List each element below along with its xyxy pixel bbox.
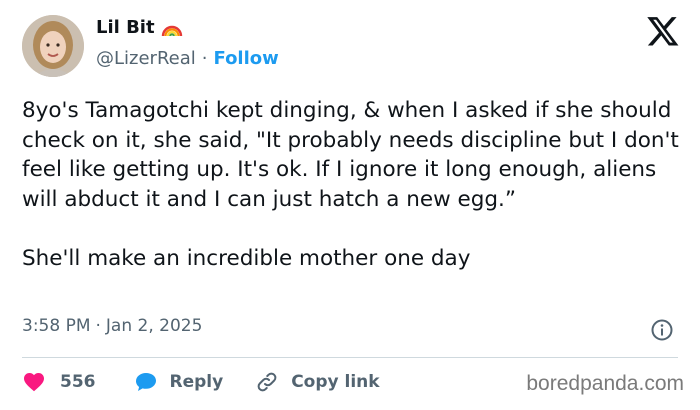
heart-icon <box>24 373 44 392</box>
action-bar: 556 Reply Copy link <box>22 370 380 394</box>
info-icon[interactable] <box>650 318 674 342</box>
like-button[interactable]: 556 <box>22 370 96 394</box>
divider <box>22 357 678 358</box>
tweet-date: Jan 2, 2025 <box>105 316 203 336</box>
avatar[interactable] <box>22 15 84 77</box>
watermark: boredpanda.com <box>526 372 684 395</box>
link-icon <box>257 372 277 392</box>
avatar-image <box>22 15 84 77</box>
author-handle[interactable]: @LizerReal <box>96 48 196 69</box>
reply-button[interactable]: Reply <box>134 370 224 394</box>
author-name-row: Lil Bit <box>96 17 183 38</box>
reply-label: Reply <box>169 372 224 392</box>
separator-dot: · <box>201 48 208 69</box>
copy-link-button[interactable]: Copy link <box>255 370 380 394</box>
tweet-timestamp[interactable]: 3:58 PM · Jan 2, 2025 <box>22 316 202 336</box>
x-logo-icon[interactable] <box>646 14 680 48</box>
rainbow-icon <box>161 25 182 36</box>
tweet-time: 3:58 PM <box>22 316 91 336</box>
author-display-name[interactable]: Lil Bit <box>96 17 155 38</box>
chat-bubble-icon <box>135 373 156 391</box>
separator-dot: · <box>95 316 101 336</box>
like-count: 556 <box>60 372 96 392</box>
follow-button[interactable]: Follow <box>214 48 279 69</box>
tweet-text: 8yo's Tamagotchi kept dinging, & when I … <box>22 98 679 271</box>
copy-link-label: Copy link <box>291 372 380 392</box>
author-handle-row: @LizerReal · Follow <box>96 48 279 69</box>
